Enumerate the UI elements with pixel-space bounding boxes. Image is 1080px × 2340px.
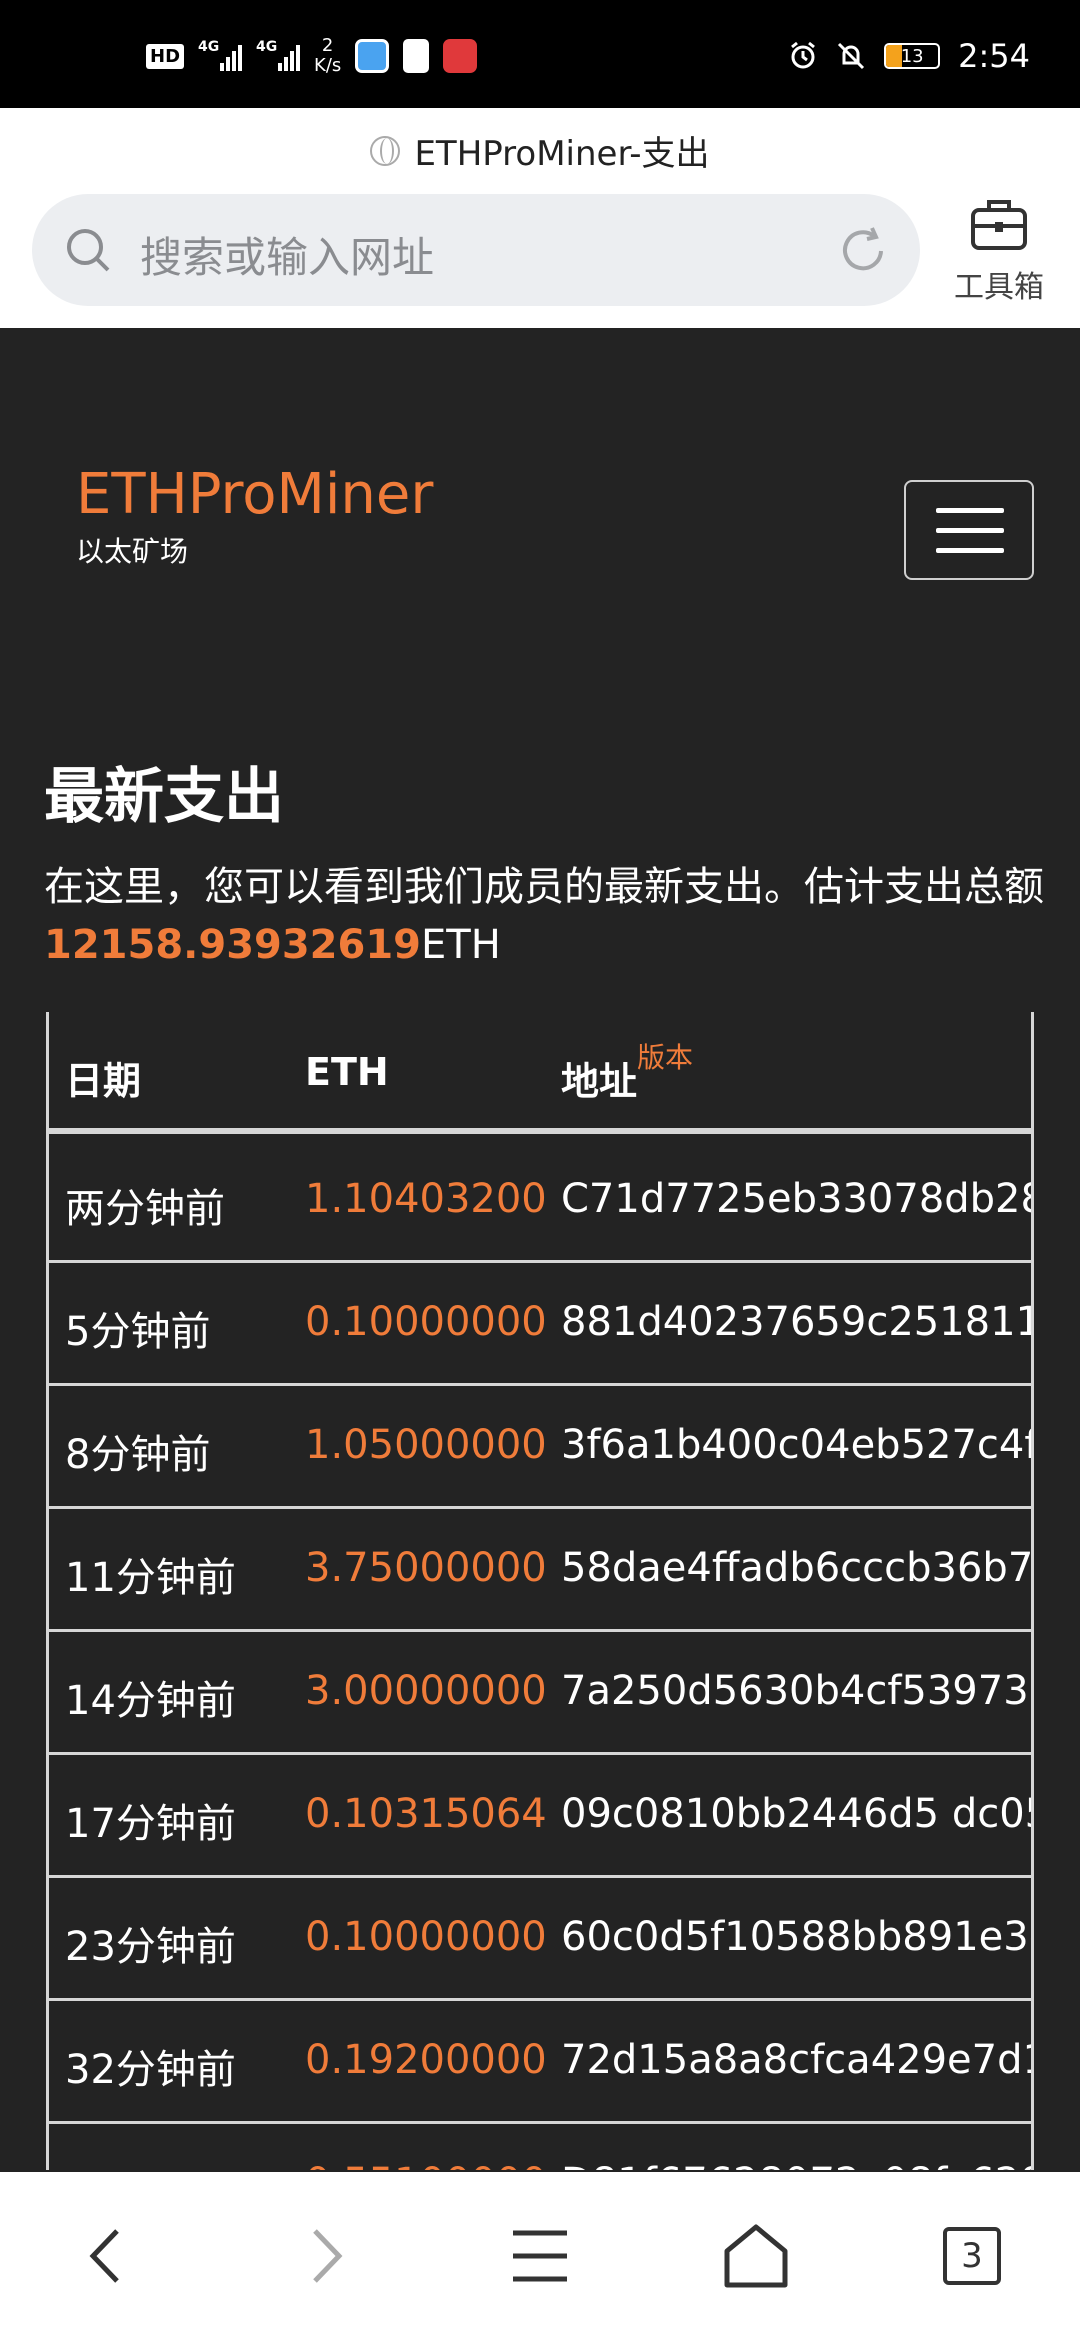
browser-bottom-nav: 3: [0, 2172, 1080, 2340]
row-address[interactable]: 3f6a1b400c04eb527c4fb: [561, 1422, 1031, 1468]
signal-icon-2: 4G: [256, 39, 301, 71]
row-date: 17分钟前: [65, 1801, 236, 1847]
row-address[interactable]: 60c0d5f10588bb891e3ce: [561, 1914, 1031, 1960]
row-eth-amount: 0.19200000: [305, 2037, 547, 2083]
row-eth-amount: 3.75000000: [305, 1545, 547, 1591]
version-link[interactable]: 版本: [637, 1041, 693, 1074]
section-title: 最新支出: [44, 762, 284, 832]
row-eth-amount: 0.10000000: [305, 1914, 547, 1960]
header-eth: ETH: [305, 1050, 389, 1094]
battery-saver-icon: [403, 39, 430, 73]
header-address: 地址版本: [561, 1041, 694, 1104]
chevron-right-icon: [313, 2229, 343, 2283]
payouts-table[interactable]: 日期 ETH 地址版本 两分钟前 1.10403200 C71d7725eb3307…: [46, 1012, 1034, 2170]
table-row: 23分钟前 0.10000000 60c0d5f10588bb891e3ce: [49, 1878, 1031, 2001]
row-date: 5分钟前: [65, 1309, 211, 1355]
table-row: 11分钟前 3.75000000 58dae4ffadb6cccb36b72: [49, 1509, 1031, 1632]
browser-toolbar: ETHProMiner-支出 搜索或输入网址 工具箱: [0, 108, 1080, 328]
site-tagline: 以太矿场: [76, 535, 189, 568]
row-date: 8分钟前: [65, 1432, 211, 1478]
back-button[interactable]: [0, 2172, 216, 2340]
table-row: 5分钟前 0.10000000 881d40237659c251811c: [49, 1263, 1031, 1386]
home-button[interactable]: [648, 2172, 864, 2340]
row-address[interactable]: 72d15a8a8cfca429e7d1e: [561, 2037, 1031, 2083]
row-address[interactable]: 58dae4ffadb6cccb36b72: [561, 1545, 1031, 1591]
row-date: 11分钟前: [65, 1555, 236, 1601]
forward-button[interactable]: [216, 2172, 432, 2340]
mute-icon: [838, 42, 865, 70]
toolbox-icon: [971, 200, 1027, 250]
refresh-icon[interactable]: [836, 224, 890, 278]
search-input[interactable]: 搜索或输入网址: [140, 224, 434, 285]
row-date: 32分钟前: [65, 2047, 236, 2093]
toolbox-button[interactable]: 工具箱: [944, 192, 1054, 312]
row-eth-amount: 0.55100000: [305, 2160, 547, 2170]
alarm-icon: [791, 41, 816, 69]
row-eth-amount: 0.10315064: [305, 1791, 547, 1837]
tab-count: 3: [943, 2227, 1001, 2285]
hamburger-menu-button[interactable]: [904, 480, 1034, 580]
table-row: 35分钟前 0.55100000 D81f67628072c08fc6286: [49, 2124, 1031, 2170]
chevron-left-icon: [89, 2229, 119, 2283]
menu-button[interactable]: [432, 2172, 648, 2340]
app-notification-icon: [355, 39, 390, 73]
toolbox-label: 工具箱: [954, 270, 1044, 305]
payout-description: 在这里，您可以看到我们成员的最新支出。估计支出总额12158.93932619E…: [44, 864, 1044, 968]
row-date: 两分钟前: [65, 1186, 225, 1232]
row-eth-amount: 3.00000000: [305, 1668, 547, 1714]
row-eth-amount: 0.10000000: [305, 1299, 547, 1345]
tabs-button[interactable]: 3: [864, 2172, 1080, 2340]
address-bar[interactable]: 搜索或输入网址: [32, 194, 920, 306]
table-row: 两分钟前 1.10403200 C71d7725eb33078db284: [49, 1140, 1031, 1263]
row-address[interactable]: 881d40237659c251811c: [561, 1299, 1031, 1345]
network-speed: 2 K/s: [314, 35, 342, 76]
signal-icon: 4G: [198, 39, 243, 71]
row-address[interactable]: C71d7725eb33078db284: [561, 1176, 1031, 1222]
search-icon: [67, 229, 110, 272]
total-amount: 12158.93932619: [44, 922, 422, 968]
header-date: 日期: [65, 1059, 142, 1103]
hd-voice-icon: HD: [146, 43, 185, 69]
battery-icon: 13: [884, 43, 941, 69]
home-icon: [724, 2224, 788, 2288]
site-logo[interactable]: ETHProMiner: [76, 462, 433, 527]
status-bar: HD 4G 4G 2 K/s 13 2:54: [0, 0, 1080, 108]
row-address[interactable]: 09c0810bb2446d5 dc05e: [561, 1791, 1031, 1837]
row-address[interactable]: 7a250d5630b4cf539739c: [561, 1668, 1031, 1714]
table-header: 日期 ETH 地址版本: [49, 1012, 1031, 1134]
globe-icon: [370, 135, 401, 166]
row-date: 14分钟前: [65, 1678, 236, 1724]
table-row: 8分钟前 1.05000000 3f6a1b400c04eb527c4fb: [49, 1386, 1031, 1509]
page-title: ETHProMiner-支出: [0, 126, 1080, 175]
table-row: 17分钟前 0.10315064 09c0810bb2446d5 dc05e: [49, 1755, 1031, 1878]
row-date: 35分钟前: [65, 2160, 236, 2170]
row-address[interactable]: D81f67628072c08fc6286: [561, 2160, 1031, 2170]
clock: 2:54: [958, 37, 1030, 75]
table-row: 32分钟前 0.19200000 72d15a8a8cfca429e7d1e: [49, 2001, 1031, 2124]
row-date: 23分钟前: [65, 1924, 236, 1970]
row-eth-amount: 1.05000000: [305, 1422, 547, 1468]
menu-icon: [513, 2230, 567, 2282]
row-eth-amount: 1.10403200: [305, 1176, 547, 1222]
table-row: 14分钟前 3.00000000 7a250d5630b4cf539739c: [49, 1632, 1031, 1755]
huawei-app-icon: [443, 39, 478, 73]
